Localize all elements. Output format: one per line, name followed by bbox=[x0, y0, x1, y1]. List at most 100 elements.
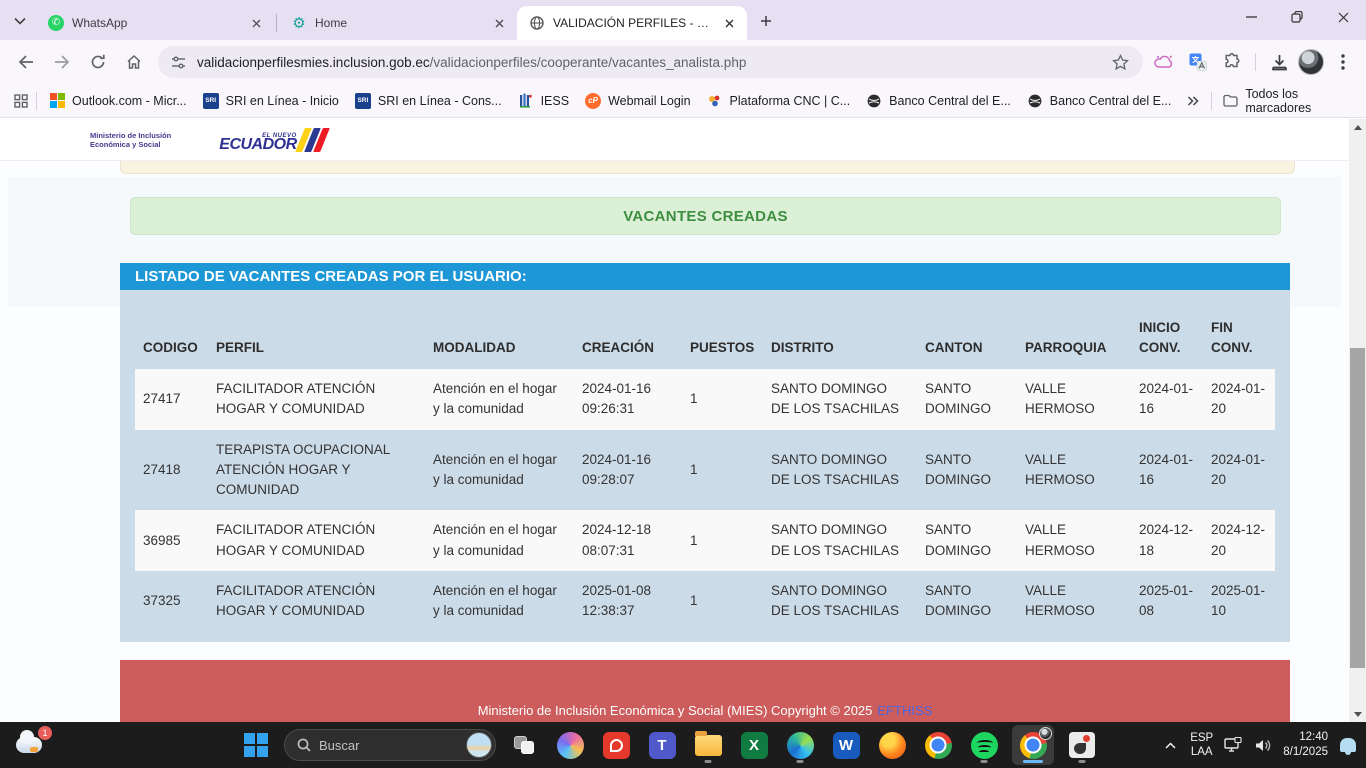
scrollbar-thumb[interactable] bbox=[1350, 348, 1365, 668]
extensions-icon[interactable] bbox=[1217, 47, 1247, 77]
close-tab-icon[interactable] bbox=[491, 15, 507, 31]
tab-whatsapp[interactable]: ✆ WhatsApp bbox=[36, 6, 274, 40]
start-button[interactable] bbox=[238, 725, 274, 765]
firefox-button[interactable] bbox=[874, 725, 910, 765]
home-gear-icon: ⚙ bbox=[291, 15, 307, 31]
col-modalidad: MODALIDAD bbox=[425, 294, 574, 369]
page-footer: Ministerio de Inclusión Económica y Soci… bbox=[120, 660, 1290, 722]
experiments-cloud-icon[interactable] bbox=[1149, 47, 1179, 77]
tab-title: WhatsApp bbox=[72, 16, 240, 30]
chrome-active-button[interactable] bbox=[1012, 725, 1054, 765]
volume-icon[interactable] bbox=[1253, 735, 1273, 755]
back-icon[interactable] bbox=[10, 46, 42, 78]
globe-dark-icon bbox=[1027, 93, 1043, 109]
tray-chevron-up-icon[interactable] bbox=[1160, 735, 1180, 755]
chrome-button[interactable] bbox=[920, 725, 956, 765]
bookmarks-separator bbox=[1211, 92, 1212, 110]
taskbar-search[interactable]: Buscar bbox=[284, 729, 496, 761]
teams-button[interactable]: T bbox=[644, 725, 680, 765]
task-view-button[interactable] bbox=[506, 725, 542, 765]
bookmark-banco-central-2[interactable]: Banco Central del E... bbox=[1019, 89, 1180, 113]
col-codigo: CODIGO bbox=[135, 294, 208, 369]
bookmark-star-icon[interactable] bbox=[1105, 47, 1135, 77]
forward-icon[interactable] bbox=[46, 46, 78, 78]
all-bookmarks-button[interactable]: Todos los marcadores bbox=[1222, 87, 1356, 115]
page-scrollbar[interactable] bbox=[1349, 119, 1366, 722]
notification-badge: 1 bbox=[38, 726, 52, 740]
site-header: Ministerio de Inclusión Económica y Soci… bbox=[0, 119, 1349, 161]
translate-icon[interactable] bbox=[1183, 47, 1213, 77]
table-row: 36985 FACILITADOR ATENCIÓN HOGAR Y COMUN… bbox=[135, 510, 1275, 571]
iess-icon bbox=[518, 93, 534, 109]
menu-kebab-icon[interactable] bbox=[1328, 47, 1358, 77]
list-header-bar: LISTADO DE VACANTES CREADAS POR EL USUAR… bbox=[120, 263, 1290, 290]
restore-button[interactable] bbox=[1274, 0, 1320, 34]
scroll-down-icon[interactable] bbox=[1349, 706, 1366, 722]
notifications-bell-icon[interactable] bbox=[1338, 735, 1358, 755]
tab-home[interactable]: ⚙ Home bbox=[279, 6, 517, 40]
excel-button[interactable]: X bbox=[736, 725, 772, 765]
col-parroquia: PARROQUIA bbox=[1017, 294, 1131, 369]
home-icon[interactable] bbox=[118, 46, 150, 78]
teams-icon: T bbox=[649, 732, 676, 759]
copilot-button[interactable] bbox=[552, 725, 588, 765]
tab-title: VALIDACIÓN PERFILES - MIES bbox=[553, 16, 713, 30]
bookmark-banco-central-1[interactable]: Banco Central del E... bbox=[858, 89, 1019, 113]
tab-separator bbox=[276, 14, 277, 32]
globe-icon bbox=[529, 15, 545, 31]
reload-icon[interactable] bbox=[82, 46, 114, 78]
spotify-button[interactable] bbox=[966, 725, 1002, 765]
vacancies-table-panel: CODIGO PERFIL MODALIDAD CREACIÓN PUESTOS… bbox=[120, 290, 1290, 642]
col-creacion: CREACIÓN bbox=[574, 294, 682, 369]
form-panel-bottom bbox=[120, 161, 1295, 174]
vacancies-table: CODIGO PERFIL MODALIDAD CREACIÓN PUESTOS… bbox=[135, 294, 1275, 631]
tab-search-chevron-icon[interactable] bbox=[6, 7, 34, 35]
bookmark-webmail[interactable]: cP Webmail Login bbox=[577, 89, 698, 113]
apps-grid-icon[interactable] bbox=[10, 89, 32, 113]
weather-widget[interactable]: 1 bbox=[14, 729, 48, 761]
sri-icon: SRI bbox=[355, 93, 371, 109]
efthiss-link[interactable]: EFTHISS bbox=[877, 703, 932, 718]
col-inicio-conv: INICIO CONV. bbox=[1131, 294, 1203, 369]
tray-time: 12:40 bbox=[1283, 730, 1328, 745]
bookmark-sri-consultas[interactable]: SRI SRI en Línea - Cons... bbox=[347, 89, 510, 113]
bookmark-cnc[interactable]: Plataforma CNC | C... bbox=[699, 89, 859, 113]
window-controls bbox=[1228, 0, 1366, 34]
profile-badge-icon bbox=[1039, 727, 1052, 740]
address-bar[interactable]: validacionperfilesmies.inclusion.gob.ec/… bbox=[158, 46, 1143, 78]
pdf-app-icon bbox=[603, 732, 630, 759]
folder-icon bbox=[1222, 93, 1238, 109]
col-perfil: PERFIL bbox=[208, 294, 425, 369]
scroll-up-icon[interactable] bbox=[1349, 119, 1366, 135]
bookmark-outlook[interactable]: Outlook.com - Micr... bbox=[41, 89, 195, 113]
network-icon[interactable] bbox=[1223, 735, 1243, 755]
clock[interactable]: 12:40 8/1/2025 bbox=[1283, 730, 1328, 760]
close-window-button[interactable] bbox=[1320, 0, 1366, 34]
globe-dark-icon bbox=[866, 93, 882, 109]
table-row: 37325 FACILITADOR ATENCIÓN HOGAR Y COMUN… bbox=[135, 571, 1275, 632]
new-tab-button[interactable] bbox=[753, 8, 779, 34]
search-daily-image bbox=[466, 732, 492, 758]
bookmark-sri-inicio[interactable]: SRI SRI en Línea - Inicio bbox=[195, 89, 347, 113]
tab-validacion-perfiles-mies[interactable]: VALIDACIÓN PERFILES - MIES bbox=[517, 6, 747, 40]
bookmark-iess[interactable]: IESS bbox=[510, 89, 578, 113]
search-icon bbox=[297, 738, 311, 752]
downloads-icon[interactable] bbox=[1264, 47, 1294, 77]
site-settings-icon[interactable] bbox=[170, 54, 187, 71]
close-tab-icon[interactable] bbox=[248, 15, 264, 31]
close-tab-icon[interactable] bbox=[721, 15, 737, 31]
word-button[interactable]: W bbox=[828, 725, 864, 765]
java-app-button[interactable] bbox=[1064, 725, 1100, 765]
edge-button[interactable] bbox=[782, 725, 818, 765]
edge-icon bbox=[787, 732, 814, 759]
tray-date: 8/1/2025 bbox=[1283, 745, 1328, 760]
microsoft-icon bbox=[49, 93, 65, 109]
minimize-button[interactable] bbox=[1228, 0, 1274, 34]
pdf-app-button[interactable] bbox=[598, 725, 634, 765]
task-view-icon bbox=[514, 736, 534, 754]
file-explorer-button[interactable] bbox=[690, 725, 726, 765]
bookmarks-overflow-icon[interactable] bbox=[1179, 96, 1207, 106]
profile-avatar[interactable] bbox=[1298, 49, 1324, 75]
vacantes-creadas-banner: VACANTES CREADAS bbox=[130, 197, 1281, 235]
language-indicator[interactable]: ESP LAA bbox=[1190, 731, 1213, 760]
